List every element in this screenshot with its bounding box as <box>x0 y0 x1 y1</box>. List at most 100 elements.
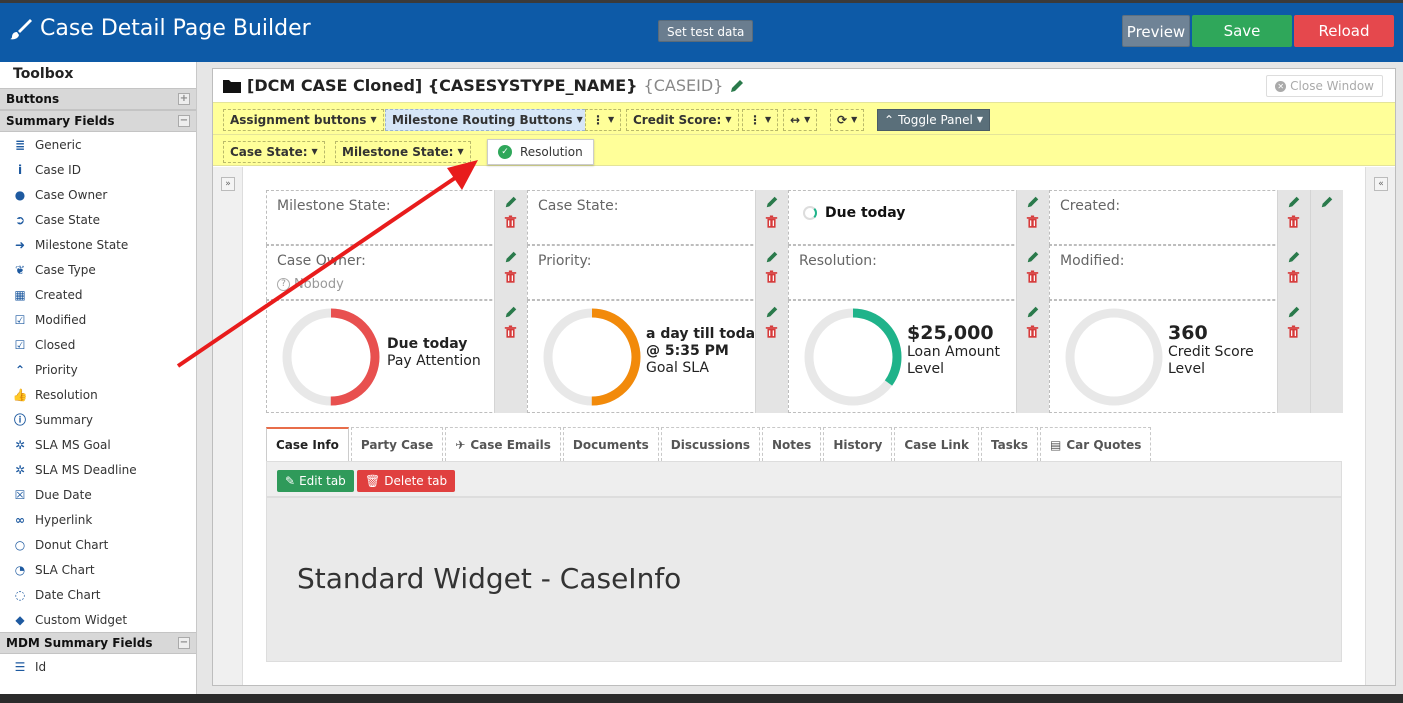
section-buttons[interactable]: Buttons + <box>0 88 196 110</box>
right-collapse-strip[interactable] <box>1365 167 1395 685</box>
pencil-icon[interactable] <box>765 304 779 318</box>
sidebar-item-summary[interactable]: ⓘ Summary <box>0 407 196 432</box>
summary-cell-milestone-state[interactable]: Milestone State: <box>266 190 527 245</box>
toggle-panel-dropdown[interactable]: ⌃ Toggle Panel ▼ <box>877 109 990 131</box>
sidebar-item-case-type[interactable]: ❦ Case Type <box>0 257 196 282</box>
pencil-icon[interactable] <box>1026 249 1040 263</box>
trash-icon[interactable] <box>765 324 779 338</box>
arrow-right-icon: ➜ <box>14 237 26 252</box>
donut-cell-2[interactable]: a day till today @ 5:35 PM Goal SLA <box>527 300 788 413</box>
trash-icon[interactable] <box>765 269 779 283</box>
sidebar-item-priority[interactable]: ⌃ Priority <box>0 357 196 382</box>
sidebar-item-sla-chart[interactable]: ◔ SLA Chart <box>0 557 196 582</box>
pencil-icon[interactable] <box>1320 194 1334 208</box>
trash-icon[interactable] <box>1026 324 1040 338</box>
collapse-right-icon[interactable]: « <box>1374 177 1388 191</box>
section-summary-fields[interactable]: Summary Fields − <box>0 110 196 132</box>
sidebar-item-milestone-state[interactable]: ➜ Milestone State <box>0 232 196 257</box>
tab-party-case[interactable]: Party Case <box>350 427 444 461</box>
pencil-icon[interactable] <box>765 249 779 263</box>
sidebar-item-hyperlink[interactable]: ∞ Hyperlink <box>0 507 196 532</box>
assignment-buttons-dropdown[interactable]: Assignment buttons ▼ <box>223 109 384 131</box>
save-button[interactable]: Save <box>1192 15 1292 47</box>
sidebar-item-date-chart[interactable]: ◌ Date Chart <box>0 582 196 607</box>
sidebar-item-resolution[interactable]: 👍 Resolution <box>0 382 196 407</box>
width-dropdown[interactable]: ↔ ▼ <box>783 109 818 131</box>
expand-icon[interactable]: + <box>178 93 190 105</box>
summary-cell-modified[interactable]: Modified: <box>1049 245 1310 300</box>
preview-button[interactable]: Preview <box>1122 15 1190 47</box>
sidebar-item-id[interactable]: ☰ Id <box>0 654 196 679</box>
summary-cell-resolution[interactable]: Resolution: <box>788 245 1049 300</box>
sidebar-item-label: SLA MS Deadline <box>35 462 137 477</box>
pencil-icon[interactable] <box>1026 194 1040 208</box>
sidebar-item-closed[interactable]: ☑ Closed <box>0 332 196 357</box>
pencil-icon[interactable] <box>729 78 745 94</box>
pencil-icon[interactable] <box>504 249 518 263</box>
tab-case-info[interactable]: Case Info <box>266 427 349 461</box>
refresh-dropdown[interactable]: ⟳ ▼ <box>830 109 865 131</box>
donut-2-title2: @ 5:35 PM <box>646 343 729 359</box>
tab-tasks[interactable]: Tasks <box>981 427 1039 461</box>
pencil-icon[interactable] <box>765 194 779 208</box>
sidebar-item-case-state[interactable]: ➲ Case State <box>0 207 196 232</box>
tab-case-emails[interactable]: ✈ Case Emails <box>445 427 561 461</box>
summary-cell-case-state[interactable]: Case State: <box>527 190 788 245</box>
pencil-icon[interactable] <box>1287 249 1301 263</box>
list-dropdown-2[interactable]: ⋮ ▼ <box>742 109 779 131</box>
summary-cell-created[interactable]: Created: <box>1049 190 1310 245</box>
sidebar-item-sla-ms-deadline[interactable]: ✲ SLA MS Deadline <box>0 457 196 482</box>
pencil-icon[interactable] <box>1287 194 1301 208</box>
sidebar-item-modified[interactable]: ☑ Modified <box>0 307 196 332</box>
list-dropdown[interactable]: ⋮ ▼ <box>585 109 622 131</box>
expand-left-icon[interactable]: » <box>221 177 235 191</box>
trash-icon[interactable] <box>1026 214 1040 228</box>
sidebar-item-custom-widget[interactable]: ◆ Custom Widget <box>0 607 196 632</box>
trash-icon[interactable] <box>765 214 779 228</box>
sidebar-item-created[interactable]: ▦ Created <box>0 282 196 307</box>
sidebar-item-case-owner[interactable]: ● Case Owner <box>0 182 196 207</box>
trash-icon[interactable] <box>504 214 518 228</box>
close-window-button[interactable]: ✕ Close Window <box>1266 75 1383 97</box>
summary-cell-priority[interactable]: Priority: <box>527 245 788 300</box>
tab-discussions[interactable]: Discussions <box>660 427 760 461</box>
trash-icon[interactable] <box>504 324 518 338</box>
tab-notes[interactable]: Notes <box>762 427 822 461</box>
summary-cell-due[interactable]: Due today <box>788 190 1049 245</box>
collapse-icon[interactable]: − <box>178 115 190 127</box>
trash-icon[interactable] <box>504 269 518 283</box>
edit-tab-button[interactable]: ✎ Edit tab <box>277 470 354 492</box>
summary-cell-case-owner[interactable]: Case Owner: ? Nobody <box>266 245 527 300</box>
pencil-icon[interactable] <box>504 304 518 318</box>
pencil-icon[interactable] <box>1287 304 1301 318</box>
donut-cell-1[interactable]: Due today Pay Attention <box>266 300 527 413</box>
trash-icon[interactable] <box>1026 269 1040 283</box>
donut-cell-4[interactable]: 360 Credit Score Level <box>1049 300 1310 413</box>
section-mdm-summary-fields[interactable]: MDM Summary Fields − <box>0 632 196 654</box>
milestone-routing-dropdown[interactable]: Milestone Routing Buttons ▼ <box>385 109 590 131</box>
tab-case-link[interactable]: Case Link <box>894 427 979 461</box>
trash-icon[interactable] <box>1287 214 1301 228</box>
trash-icon[interactable] <box>1287 269 1301 283</box>
sidebar-item-donut-chart[interactable]: ○ Donut Chart <box>0 532 196 557</box>
case-state-dropdown[interactable]: Case State: ▼ <box>223 141 325 163</box>
collapse-icon[interactable]: − <box>178 637 190 649</box>
tab-car-quotes[interactable]: ▤ Car Quotes <box>1040 427 1152 461</box>
tab-documents[interactable]: Documents <box>562 427 659 461</box>
resolution-drag-item[interactable]: ✓ Resolution <box>487 139 594 165</box>
sidebar-item-sla-ms-goal[interactable]: ✲ SLA MS Goal <box>0 432 196 457</box>
donut-cell-3[interactable]: $25,000 Loan Amount Level <box>788 300 1049 413</box>
trash-icon[interactable] <box>1287 324 1301 338</box>
set-test-data-button[interactable]: Set test data <box>658 20 754 42</box>
tab-history[interactable]: History <box>823 427 893 461</box>
sidebar-item-generic[interactable]: ≣ Generic <box>0 132 196 157</box>
credit-score-dropdown[interactable]: Credit Score: ▼ <box>626 109 739 131</box>
milestone-state-dropdown[interactable]: Milestone State: ▼ <box>335 141 471 163</box>
reload-button[interactable]: Reload <box>1294 15 1394 47</box>
sidebar-item-due-date[interactable]: ☒ Due Date <box>0 482 196 507</box>
left-collapse-strip[interactable] <box>213 167 243 685</box>
pencil-icon[interactable] <box>504 194 518 208</box>
delete-tab-button[interactable]: 🗑 Delete tab <box>357 470 456 492</box>
sidebar-item-case-id[interactable]: i Case ID <box>0 157 196 182</box>
pencil-icon[interactable] <box>1026 304 1040 318</box>
